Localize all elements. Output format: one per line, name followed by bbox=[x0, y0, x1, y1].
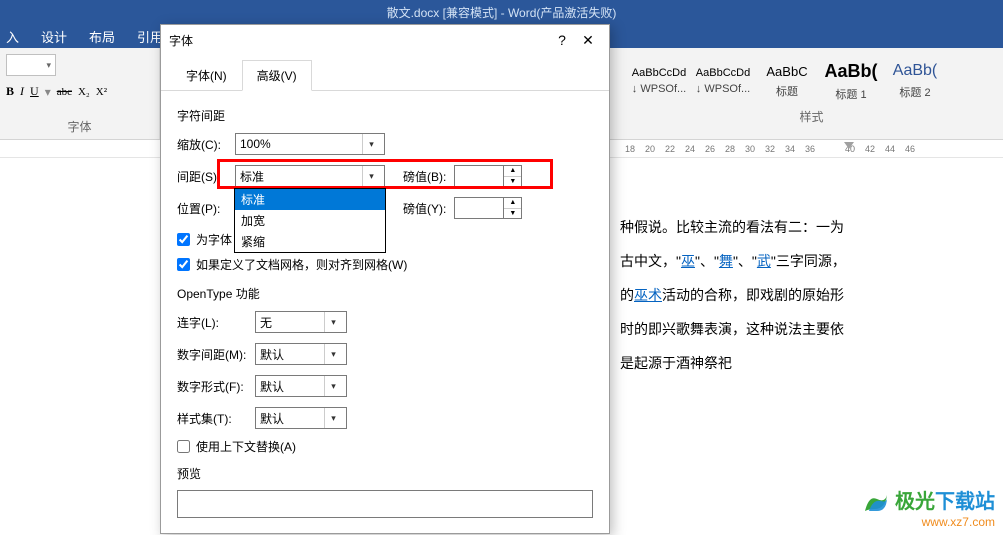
hyperlink[interactable]: 武 bbox=[757, 253, 771, 269]
position-label: 位置(P): bbox=[177, 200, 235, 217]
document-title: 散文.docx [兼容模式] - Word(产品激活失败) bbox=[387, 4, 617, 21]
tab-advanced[interactable]: 高级(V) bbox=[242, 60, 312, 91]
font-dialog: 字体 ? ✕ 字体(N) 高级(V) 字符间距 缩放(C): 100% ▾ 间距… bbox=[160, 24, 610, 534]
points-label-y: 磅值(Y): bbox=[403, 200, 446, 217]
italic-button[interactable]: I bbox=[20, 84, 24, 99]
spin-down-icon[interactable]: ▼ bbox=[504, 209, 521, 219]
style-item[interactable]: AaBbC 标题 bbox=[756, 54, 818, 108]
points-spinner[interactable]: ▲▼ bbox=[454, 165, 522, 187]
dialog-title: 字体 bbox=[169, 32, 549, 49]
num-form-combo[interactable]: 默认 ▾ bbox=[255, 375, 347, 397]
style-item[interactable]: AaBbCcDd ↓ WPSOf... bbox=[692, 54, 754, 108]
num-spacing-combo[interactable]: 默认 ▾ bbox=[255, 343, 347, 365]
ligature-combo[interactable]: 无 ▾ bbox=[255, 311, 347, 333]
snap-grid-checkbox[interactable] bbox=[177, 258, 190, 271]
strike-button[interactable]: abc bbox=[57, 86, 72, 98]
chevron-down-icon[interactable]: ▾ bbox=[324, 408, 342, 428]
subscript-button[interactable]: X₂ bbox=[78, 86, 90, 98]
font-group-label: 字体 bbox=[0, 116, 159, 139]
ligature-label: 连字(L): bbox=[177, 314, 255, 331]
dropdown-option[interactable]: 标准 bbox=[235, 189, 385, 210]
chevron-down-icon[interactable]: ▾ bbox=[362, 134, 380, 154]
dialog-titlebar: 字体 ? ✕ bbox=[161, 25, 609, 55]
hyperlink[interactable]: 舞 bbox=[719, 253, 733, 269]
hyperlink[interactable]: 巫术 bbox=[634, 287, 662, 303]
context-alt-label: 使用上下文替换(A) bbox=[196, 438, 296, 455]
watermark-logo: 极光下载站 bbox=[861, 485, 995, 515]
section-opentype: OpenType 功能 bbox=[177, 285, 593, 302]
watermark: 极光下载站 www.xz7.com bbox=[861, 485, 995, 529]
position-points-spinner[interactable]: ▲▼ bbox=[454, 197, 522, 219]
dropdown-option[interactable]: 加宽 bbox=[235, 210, 385, 231]
spacing-combo[interactable]: 标准 ▾ bbox=[235, 165, 385, 187]
font-size-combo[interactable] bbox=[6, 54, 56, 76]
dialog-tabs: 字体(N) 高级(V) bbox=[161, 55, 609, 91]
preview-box bbox=[177, 490, 593, 518]
tab-item[interactable]: 布局 bbox=[89, 27, 115, 46]
spin-up-icon[interactable]: ▲ bbox=[504, 198, 521, 209]
spacing-label: 间距(S): bbox=[177, 168, 235, 185]
hyperlink[interactable]: 巫 bbox=[681, 253, 695, 269]
dropdown-option[interactable]: 紧缩 bbox=[235, 231, 385, 252]
tab-item[interactable]: 入 bbox=[6, 27, 19, 46]
bold-button[interactable]: B bbox=[6, 84, 14, 99]
snap-grid-label: 如果定义了文档网格，则对齐到网格(W) bbox=[196, 256, 407, 273]
kerning-label: 为字体 bbox=[196, 231, 232, 248]
spacing-dropdown-list: 标准 加宽 紧缩 bbox=[234, 188, 386, 253]
superscript-button[interactable]: X² bbox=[96, 86, 107, 98]
num-form-label: 数字形式(F): bbox=[177, 378, 255, 395]
section-char-spacing: 字符间距 bbox=[177, 107, 593, 124]
text-line: 是起源于酒神祭祀 bbox=[620, 346, 846, 380]
spin-up-icon[interactable]: ▲ bbox=[504, 166, 521, 177]
font-group: B I U ▾ abc X₂ X² 字体 bbox=[0, 48, 160, 139]
style-item[interactable]: AaBbCcDd ↓ WPSOf... bbox=[628, 54, 690, 108]
underline-button[interactable]: U bbox=[30, 84, 39, 99]
close-button[interactable]: ✕ bbox=[575, 32, 601, 49]
preview-label: 预览 bbox=[177, 465, 593, 482]
kerning-checkbox[interactable] bbox=[177, 233, 190, 246]
position-points-input[interactable] bbox=[455, 198, 503, 218]
text-line: 时的即兴歌舞表演，这种说法主要依 bbox=[620, 312, 846, 346]
scale-combo[interactable]: 100% ▾ bbox=[235, 133, 385, 155]
watermark-url: www.xz7.com bbox=[861, 515, 995, 529]
logo-icon bbox=[861, 491, 889, 515]
tab-item[interactable]: 设计 bbox=[41, 27, 67, 46]
app-titlebar: 散文.docx [兼容模式] - Word(产品激活失败) bbox=[0, 0, 1003, 24]
style-item[interactable]: AaBb( 标题 2 bbox=[884, 54, 946, 108]
chevron-down-icon[interactable]: ▾ bbox=[324, 312, 342, 332]
document-text: 种假说。比较主流的看法有二：一为 古中文，"巫"、"舞"、"武"三字同源， 的巫… bbox=[620, 210, 846, 380]
text-line: 古中文，"巫"、"舞"、"武"三字同源， bbox=[620, 244, 846, 278]
help-button[interactable]: ? bbox=[549, 32, 575, 48]
scale-label: 缩放(C): bbox=[177, 136, 235, 153]
chevron-down-icon[interactable]: ▾ bbox=[324, 376, 342, 396]
spin-down-icon[interactable]: ▼ bbox=[504, 177, 521, 187]
style-item[interactable]: AaBb( 标题 1 bbox=[820, 54, 882, 108]
style-set-combo[interactable]: 默认 ▾ bbox=[255, 407, 347, 429]
text-line: 种假说。比较主流的看法有二：一为 bbox=[620, 210, 846, 244]
chevron-down-icon[interactable]: ▾ bbox=[324, 344, 342, 364]
num-spacing-label: 数字间距(M): bbox=[177, 346, 255, 363]
chevron-down-icon[interactable]: ▾ bbox=[362, 166, 380, 186]
tab-font[interactable]: 字体(N) bbox=[171, 60, 242, 91]
style-set-label: 样式集(T): bbox=[177, 410, 255, 427]
styles-group-label: 样式 bbox=[620, 108, 1003, 129]
points-input[interactable] bbox=[455, 166, 503, 186]
points-label: 磅值(B): bbox=[403, 168, 446, 185]
ruler-margin-marker[interactable] bbox=[844, 142, 854, 149]
text-line: 的巫术活动的合称，即戏剧的原始形 bbox=[620, 278, 846, 312]
context-alt-checkbox[interactable] bbox=[177, 440, 190, 453]
